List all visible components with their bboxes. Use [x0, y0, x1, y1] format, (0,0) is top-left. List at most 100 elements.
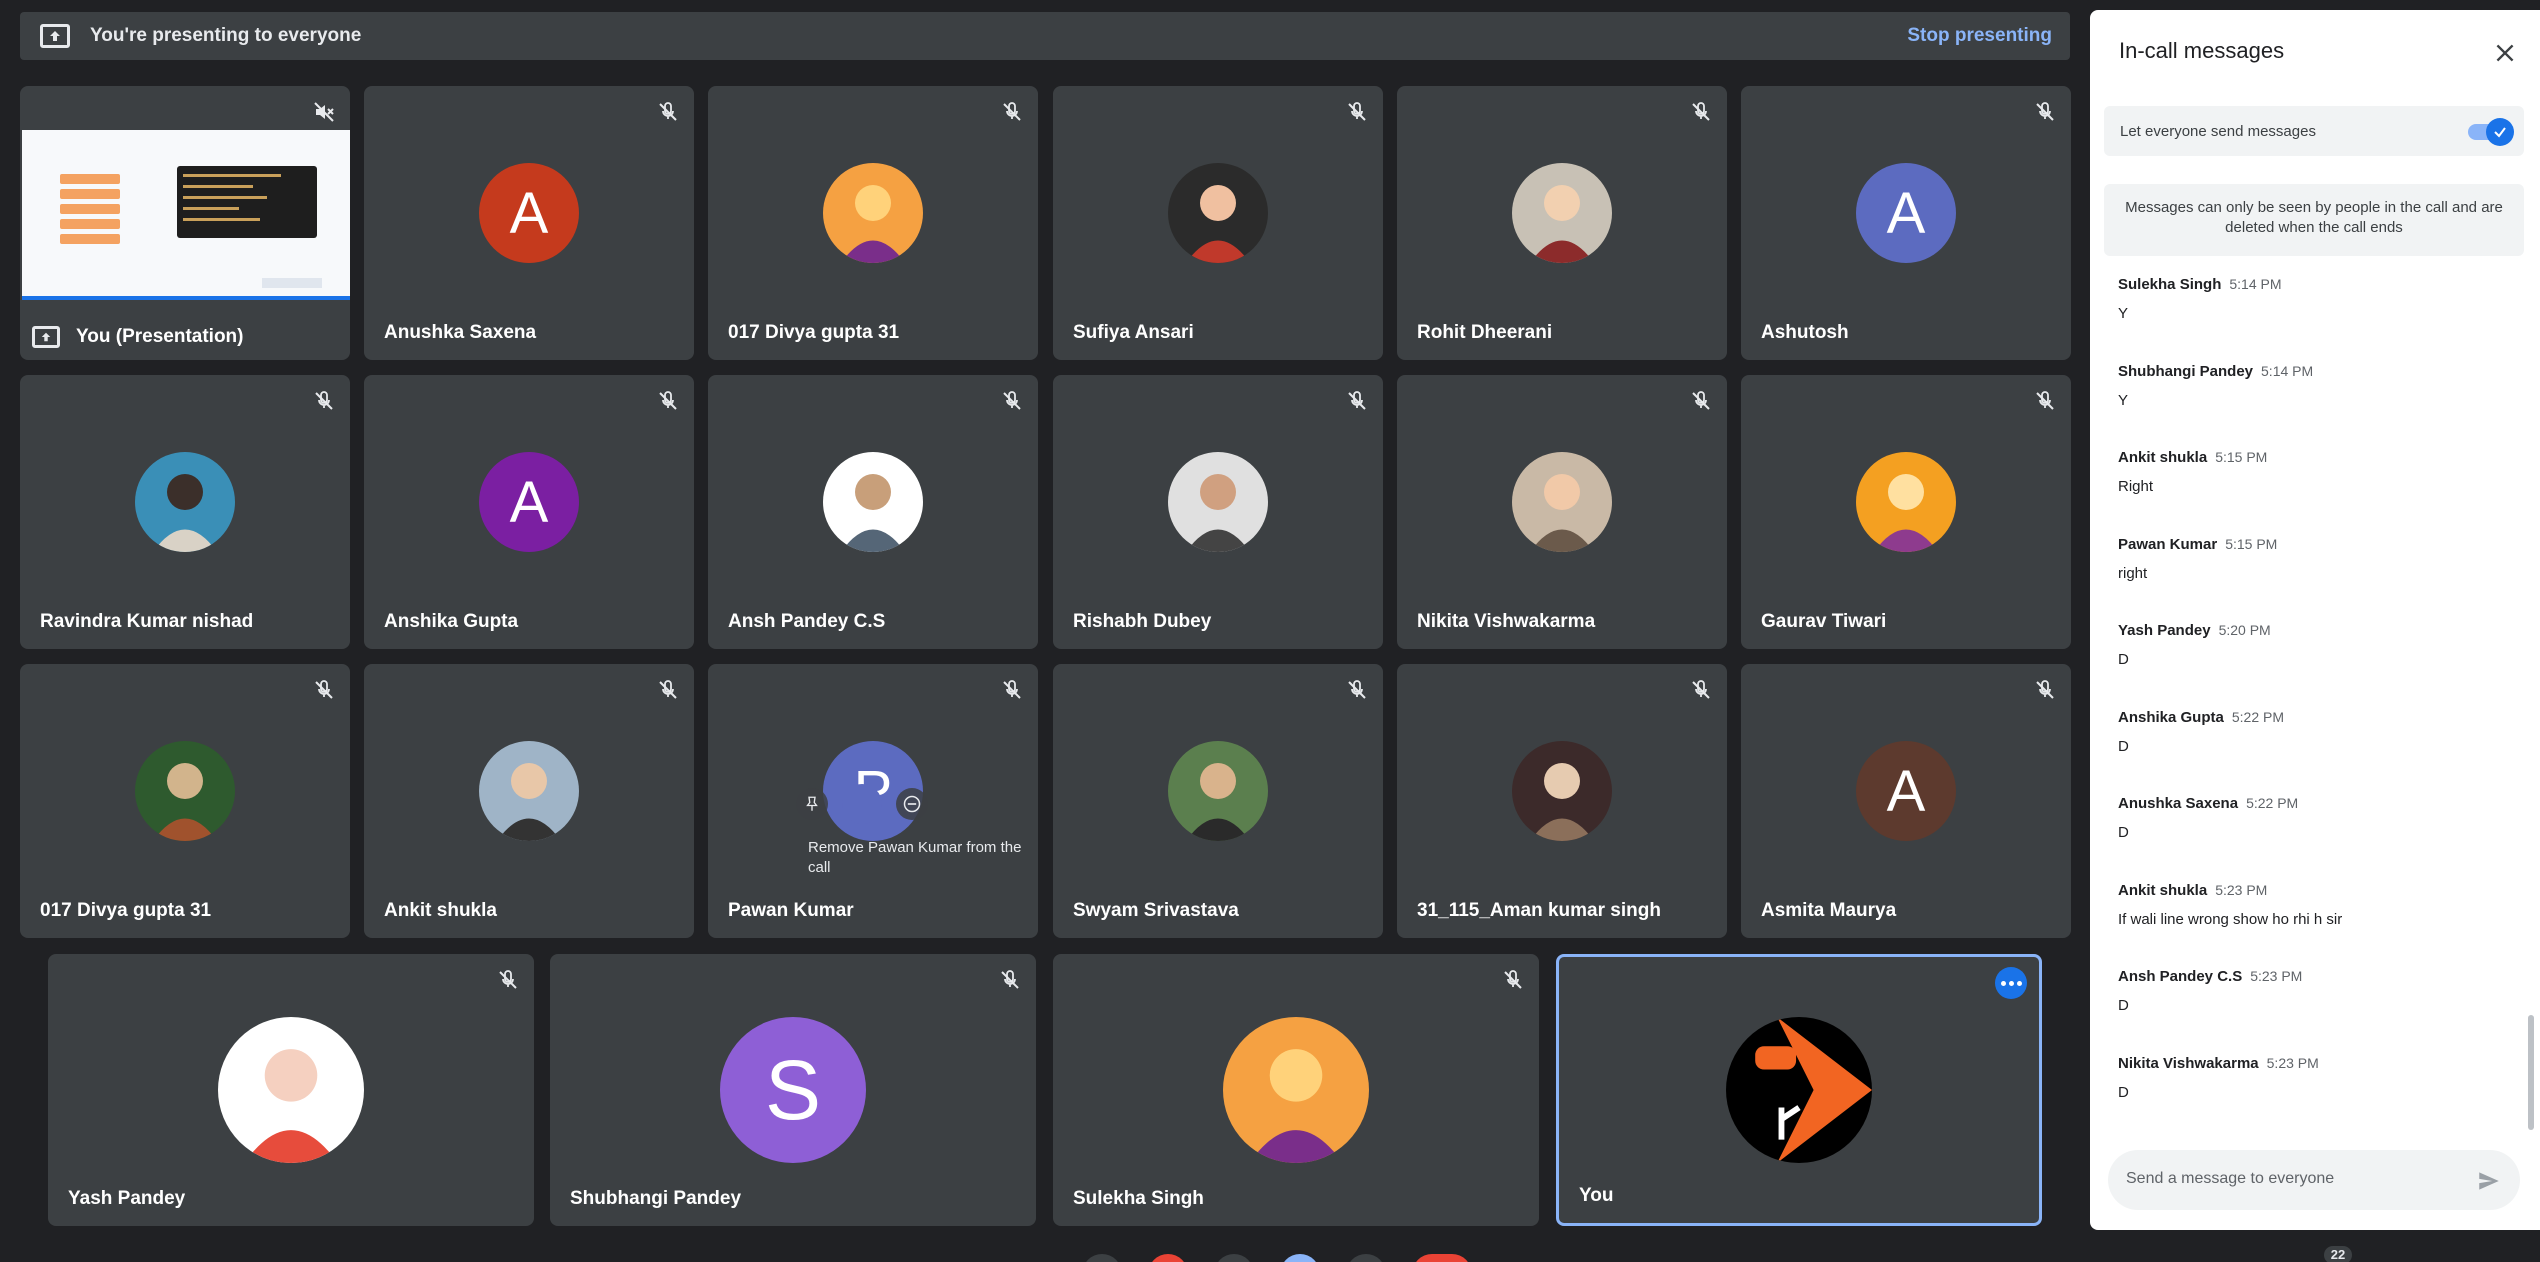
participant-tile[interactable]: 017 Divya gupta 31	[20, 664, 350, 938]
avatar	[823, 163, 923, 263]
participant-tile[interactable]: Nikita Vishwakarma	[1397, 375, 1727, 649]
message-text: Y	[2118, 305, 2129, 322]
participant-tile[interactable]: Rohit Dheerani	[1397, 86, 1727, 360]
participant-tile[interactable]: Sulekha Singh	[1053, 954, 1539, 1226]
participant-tile[interactable]: Sufiya Ansari	[1053, 86, 1383, 360]
camera-button[interactable]	[1148, 1254, 1188, 1262]
mic-off-icon	[1689, 100, 1713, 124]
avatar	[1168, 163, 1268, 263]
participant-name: Rohit Dheerani	[1417, 322, 1553, 343]
message-sender: Anshika Gupta	[2118, 708, 2224, 726]
message-input[interactable]	[2126, 1164, 2456, 1194]
participant-tile[interactable]: S Shubhangi Pandey	[550, 954, 1036, 1226]
message-sender: Ankit shukla	[2118, 881, 2208, 899]
participant-tile[interactable]: A Ashutosh	[1741, 86, 2071, 360]
message-time: 5:14 PM	[2261, 362, 2314, 379]
participant-tile[interactable]: Ravindra Kumar nishad	[20, 375, 350, 649]
chat-message: Yash Pandey 5:20 PM D	[2118, 620, 2518, 707]
message-list-scrollbar[interactable]	[2528, 1015, 2534, 1130]
participant-tile[interactable]: Rishabh Dubey	[1053, 375, 1383, 649]
participant-tile[interactable]: PPawan Kumar Remove Pawan Kumar from the…	[708, 664, 1038, 938]
leave-call-button[interactable]	[1412, 1254, 1472, 1262]
participant-tile[interactable]: 017 Divya gupta 31	[708, 86, 1038, 360]
message-sender: Shubhangi Pandey	[2118, 362, 2254, 380]
avatar	[1168, 452, 1268, 552]
avatar	[479, 741, 579, 841]
participant-tile[interactable]: Swyam Srivastava	[1053, 664, 1383, 938]
message-time: 5:15 PM	[2215, 449, 2268, 465]
participant-name: Gaurav Tiwari	[1761, 611, 1887, 632]
presenting-banner: You're presenting to everyone Stop prese…	[20, 12, 2070, 60]
check-icon	[2494, 127, 2506, 138]
participant-tile[interactable]: Ansh Pandey C.S	[708, 375, 1038, 649]
mic-button[interactable]	[1082, 1254, 1122, 1262]
participant-name: Sulekha Singh	[1073, 1188, 1204, 1209]
participant-name: Pawan Kumar	[728, 900, 854, 921]
avatar	[135, 452, 235, 552]
participant-tile[interactable]: You (Presentation)	[20, 86, 350, 360]
mic-off-icon	[1345, 678, 1369, 702]
participant-tile[interactable]: Gaurav Tiwari	[1741, 375, 2071, 649]
send-icon[interactable]	[2476, 1168, 2502, 1194]
avatar: A	[1856, 741, 1956, 841]
message-text: Y	[2118, 391, 2129, 409]
in-call-messages-panel: In-call messages Let everyone send messa…	[2090, 10, 2540, 1230]
participant-tile[interactable]: 31_115_Aman kumar singh	[1397, 664, 1727, 938]
participant-tile[interactable]: A Anushka Saxena	[364, 86, 694, 360]
mic-off-icon	[1689, 678, 1713, 702]
toggle-label: Let everyone send messages	[2120, 122, 2316, 140]
message-sender: Ansh Pandey C.S	[2118, 968, 2243, 985]
present-button[interactable]	[1280, 1254, 1320, 1262]
message-text: Right	[2118, 478, 2154, 495]
slide-footer-logo	[262, 278, 322, 288]
message-text: If wali line wrong show ho rhi h sir	[2118, 910, 2343, 928]
more-options-icon[interactable]	[1995, 967, 2027, 999]
chat-permission-row: Let everyone send messages	[2104, 106, 2524, 156]
more-button[interactable]	[1346, 1254, 1386, 1262]
meet-call-window: { "banner": { "text": "You're presenting…	[0, 0, 2540, 1262]
mic-off-icon	[1000, 389, 1024, 413]
remove-tooltip: Remove Pawan Kumar from the call	[808, 839, 1022, 876]
participants-count-badge: 22	[2324, 1246, 2352, 1262]
chat-message: Nikita Vishwakarma 5:23 PM D	[2118, 1053, 2518, 1140]
avatar	[1168, 741, 1268, 841]
message-time: 5:23 PM	[2215, 881, 2268, 898]
participant-tile[interactable]: A Anshika Gupta	[364, 375, 694, 649]
let-everyone-send-toggle[interactable]	[2468, 118, 2514, 146]
mic-off-icon	[1345, 389, 1369, 413]
message-time: 5:14 PM	[2229, 276, 2282, 292]
chat-message: Pawan Kumar 5:15 PM right	[2118, 534, 2518, 621]
mute-participant-icon[interactable]	[842, 784, 882, 824]
close-icon[interactable]	[2492, 40, 2518, 66]
avatar: S	[720, 1017, 866, 1163]
participant-name: Swyam Srivastava	[1073, 900, 1239, 921]
avatar	[1726, 1017, 1872, 1163]
avatar	[1512, 452, 1612, 552]
participant-tile[interactable]: Ankit shukla	[364, 664, 694, 938]
message-sender: Anushka Saxena	[2118, 795, 2239, 812]
pin-icon[interactable]	[796, 788, 828, 820]
mic-off-icon	[2033, 389, 2057, 413]
participant-name: Anushka Saxena	[384, 322, 537, 343]
mic-off-icon	[1345, 100, 1369, 124]
message-text: D	[2118, 997, 2129, 1014]
mic-off-icon	[2033, 678, 2057, 702]
message-list[interactable]: Sulekha Singh 5:14 PM Y Shubhangi Pandey 5:…	[2118, 274, 2518, 1139]
message-sender: Yash Pandey	[2118, 622, 2211, 639]
message-sender: Nikita Vishwakarma	[2118, 1054, 2259, 1072]
stop-presenting-button[interactable]: Stop presenting	[1907, 25, 2052, 47]
remove-icon[interactable]	[896, 788, 928, 820]
participant-tile[interactable]: A Asmita Maurya	[1741, 664, 2071, 938]
chat-message: Shubhangi Pandey 5:14 PM Y	[2118, 361, 2518, 448]
participant-tile[interactable]: Yash Pandey	[48, 954, 534, 1226]
message-text: D	[2118, 737, 2129, 755]
avatar: A	[1856, 163, 1956, 263]
captions-button[interactable]	[1214, 1254, 1254, 1262]
participant-tile[interactable]: You	[1556, 954, 2042, 1226]
participant-name: Nikita Vishwakarma	[1417, 611, 1596, 632]
participant-name: Yash Pandey	[68, 1188, 186, 1209]
presenting-status-text: You're presenting to everyone	[90, 25, 362, 46]
participant-name: Shubhangi Pandey	[570, 1188, 742, 1209]
chat-message: Sulekha Singh 5:14 PM Y	[2118, 274, 2518, 361]
avatar	[1856, 452, 1956, 552]
